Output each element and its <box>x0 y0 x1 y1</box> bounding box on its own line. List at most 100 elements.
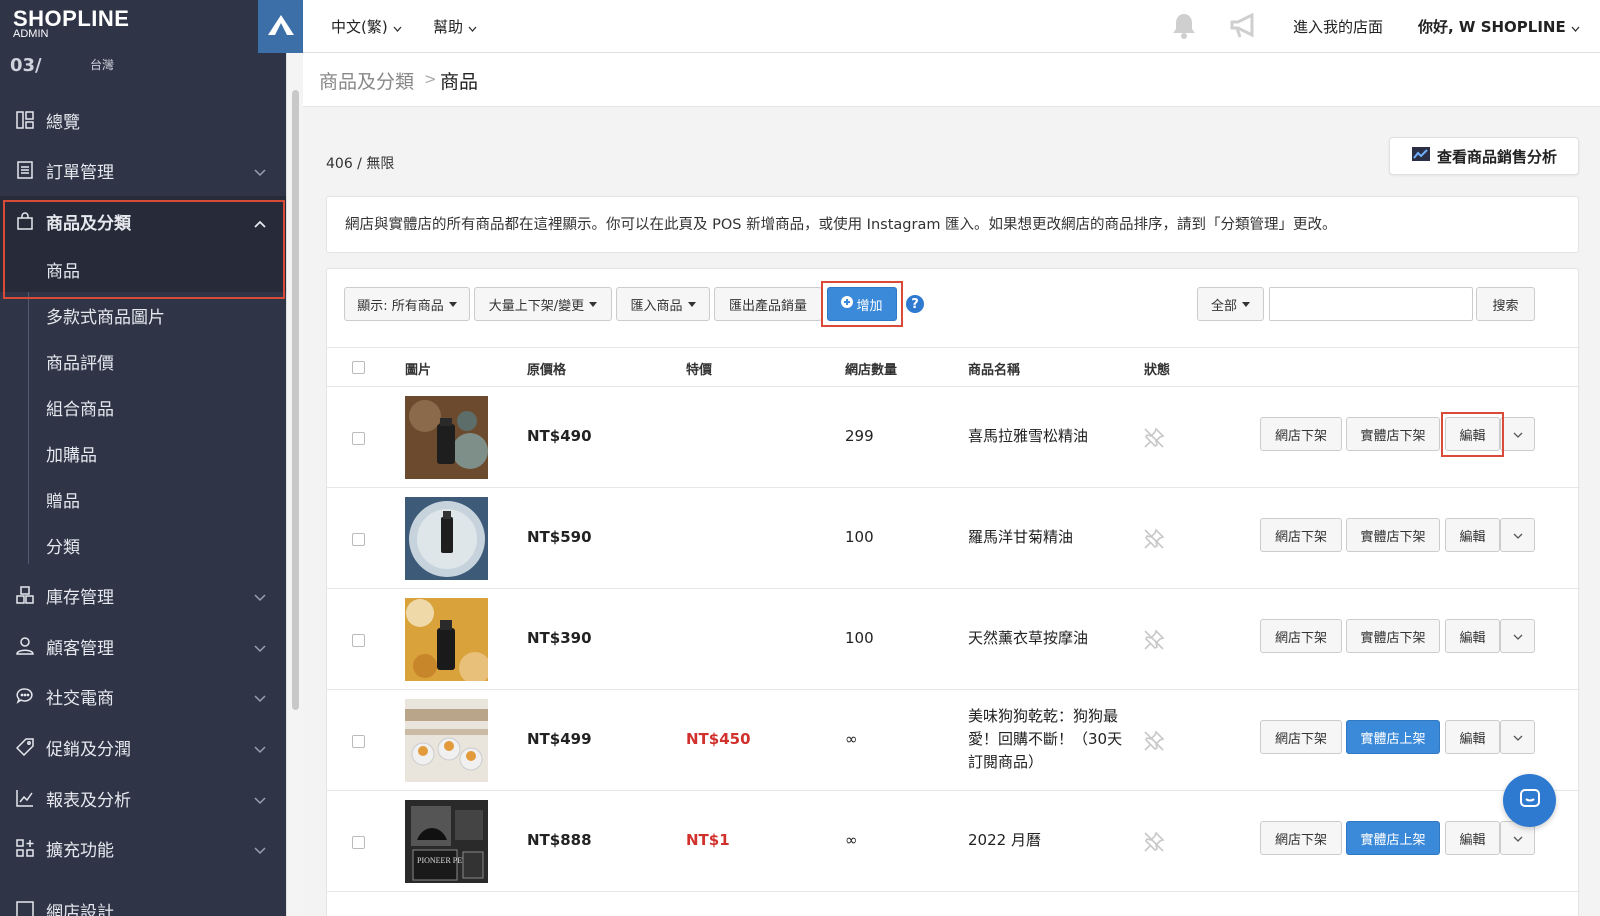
retail-toggle-button[interactable]: 實體店下架 <box>1346 417 1440 451</box>
more-actions-dropdown[interactable] <box>1500 518 1535 552</box>
column-header: 圖片 <box>405 363 432 378</box>
row-checkbox[interactable] <box>352 836 365 849</box>
column-header: 狀態 <box>1144 363 1171 378</box>
user-menu[interactable]: 你好, W SHOPLINE <box>1418 16 1580 37</box>
sidebar-item-reports[interactable]: 報表及分析 <box>0 773 286 823</box>
highlight-box <box>3 200 285 299</box>
edit-button[interactable]: 編輯 <box>1445 619 1500 653</box>
chevron-down-icon <box>254 739 266 759</box>
breadcrumb-parent[interactable]: 商品及分類 <box>319 67 414 94</box>
help-icon[interactable]: ? <box>906 295 924 313</box>
pin-off-icon[interactable] <box>1143 730 1165 756</box>
product-thumbnail[interactable]: PIONEER PET <box>405 800 488 883</box>
product-name[interactable]: 美味狗狗乾乾：狗狗最愛！回購不斷！（30天訂閱商品） <box>968 705 1126 774</box>
product-thumbnail[interactable] <box>405 598 488 681</box>
sidebar-subitem-addons[interactable]: 加購品 <box>0 430 286 476</box>
more-actions-dropdown[interactable] <box>1500 417 1535 451</box>
chart-icon <box>1411 146 1431 166</box>
online-quantity: ∞ <box>845 730 858 748</box>
retail-toggle-button[interactable]: 實體店下架 <box>1346 619 1440 653</box>
sidebar-subitem-reviews[interactable]: 商品評價 <box>0 338 286 384</box>
search-input[interactable] <box>1269 287 1473 321</box>
sidebar-item-overview[interactable]: 總覽 <box>0 95 286 145</box>
search-button[interactable]: 搜索 <box>1476 287 1535 321</box>
original-price: NT$490 <box>527 427 592 445</box>
retail-toggle-button[interactable]: 實體店下架 <box>1346 518 1440 552</box>
report-icon <box>14 787 36 809</box>
sidebar: 03/ 台灣 總覽 訂單管理 商品及分類 商品 多款式商品圖片 商品評價 組合商… <box>0 0 286 916</box>
online-unlist-button[interactable]: 網店下架 <box>1260 619 1342 653</box>
column-header: 商品名稱 <box>968 363 1021 378</box>
chat-support-button[interactable] <box>1503 774 1556 827</box>
row-checkbox[interactable] <box>352 634 365 647</box>
sidebar-item-extensions[interactable]: 擴充功能 <box>0 823 286 873</box>
sidebar-item-inventory[interactable]: 庫存管理 <box>0 570 286 620</box>
special-price: NT$450 <box>686 730 751 748</box>
product-name[interactable]: 羅馬洋甘菊精油 <box>968 526 1128 549</box>
sidebar-item-label: 報表及分析 <box>46 790 131 811</box>
page-title: 商品 <box>440 71 479 93</box>
product-name[interactable]: 天然薰衣草按摩油 <box>968 627 1128 650</box>
megaphone-icon[interactable] <box>1230 12 1260 43</box>
sidebar-subitem-bundles[interactable]: 組合商品 <box>0 384 286 430</box>
language-selector[interactable]: 中文(繁) <box>331 16 402 37</box>
export-sales-button[interactable]: 匯出產品銷量 <box>714 287 822 321</box>
original-price: NT$390 <box>527 629 592 647</box>
product-thumbnail[interactable] <box>405 699 488 782</box>
more-actions-dropdown[interactable] <box>1500 720 1535 754</box>
pin-off-icon[interactable] <box>1143 831 1165 857</box>
product-name[interactable]: 2022 月曆 <box>968 829 1128 852</box>
dashboard-icon <box>14 109 36 131</box>
online-unlist-button[interactable]: 網店下架 <box>1260 720 1342 754</box>
order-icon <box>14 159 36 181</box>
online-unlist-button[interactable]: 網店下架 <box>1260 417 1342 451</box>
chevron-down-icon <box>1513 730 1523 745</box>
product-thumbnail[interactable] <box>405 497 488 580</box>
tag-icon <box>14 736 36 758</box>
highlight-box <box>1441 412 1504 457</box>
sidebar-subitem-categories[interactable]: 分類 <box>0 522 286 568</box>
sidebar-item-store-design[interactable]: 網店設計 <box>0 874 286 916</box>
row-checkbox[interactable] <box>352 735 365 748</box>
table-row: PIONEER PET NT$888 NT$1 ∞ 2022 月曆 網店下架 實… <box>327 791 1580 892</box>
store-region: 台灣 <box>90 58 115 72</box>
edit-button[interactable]: 編輯 <box>1445 518 1500 552</box>
sales-analysis-button[interactable]: 查看商品銷售分析 <box>1389 137 1579 175</box>
top-bar: 中文(繁) 幫助 進入我的店面 你好, W SHOPLINE <box>303 0 1600 53</box>
sidebar-item-social-commerce[interactable]: 社交電商 <box>0 671 286 721</box>
sidebar-toggle-button[interactable] <box>258 0 303 53</box>
retail-toggle-button[interactable]: 實體店上架 <box>1346 720 1440 754</box>
pin-off-icon[interactable] <box>1143 528 1165 554</box>
edit-button[interactable]: 編輯 <box>1445 720 1500 754</box>
more-actions-dropdown[interactable] <box>1500 619 1535 653</box>
sidebar-item-orders[interactable]: 訂單管理 <box>0 145 286 195</box>
import-products-dropdown[interactable]: 匯入商品 <box>616 287 710 321</box>
online-unlist-button[interactable]: 網店下架 <box>1260 821 1342 855</box>
user-icon <box>14 635 36 657</box>
sidebar-subitem-gifts[interactable]: 贈品 <box>0 476 286 522</box>
display-filter-dropdown[interactable]: 顯示: 所有商品 <box>344 287 470 321</box>
product-name[interactable]: 喜馬拉雅雪松精油 <box>968 425 1128 448</box>
bulk-actions-dropdown[interactable]: 大量上下架/變更 <box>474 287 612 321</box>
online-unlist-button[interactable]: 網店下架 <box>1260 518 1342 552</box>
edit-button[interactable]: 編輯 <box>1445 821 1500 855</box>
brand-mountain-icon <box>267 14 295 40</box>
help-menu[interactable]: 幫助 <box>433 16 477 37</box>
info-notice: 網店與實體店的所有商品都在這裡顯示。你可以在此頁及 POS 新增商品，或使用 I… <box>326 196 1579 253</box>
product-thumbnail[interactable] <box>405 396 488 479</box>
enter-store-link[interactable]: 進入我的店面 <box>1293 16 1383 37</box>
select-all-checkbox[interactable] <box>352 361 365 374</box>
pin-off-icon[interactable] <box>1143 427 1165 453</box>
sidebar-scroll-thumb[interactable] <box>292 90 299 710</box>
special-price: NT$1 <box>686 831 730 849</box>
pin-off-icon[interactable] <box>1143 629 1165 655</box>
search-scope-dropdown[interactable]: 全部 <box>1197 287 1264 321</box>
row-checkbox[interactable] <box>352 432 365 445</box>
original-price: NT$590 <box>527 528 592 546</box>
row-checkbox[interactable] <box>352 533 365 546</box>
sidebar-item-customers[interactable]: 顧客管理 <box>0 621 286 671</box>
bell-icon[interactable] <box>1171 12 1197 44</box>
sidebar-item-promotions[interactable]: 促銷及分潤 <box>0 722 286 772</box>
retail-toggle-button[interactable]: 實體店上架 <box>1346 821 1440 855</box>
table-header: 圖片 原價格 特價 網店數量 商品名稱 狀態 <box>327 347 1580 387</box>
